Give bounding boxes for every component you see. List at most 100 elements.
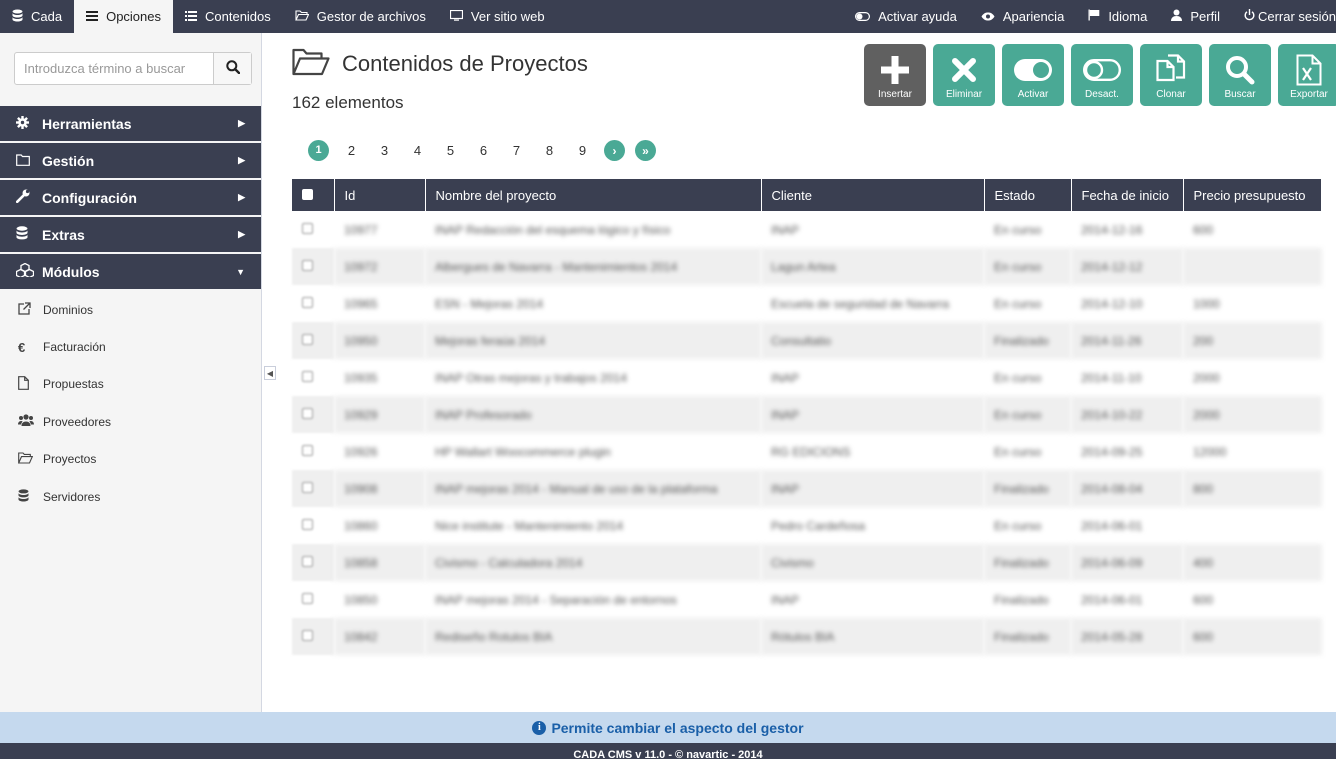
nav-cada[interactable]: Cada bbox=[0, 0, 74, 33]
page-link[interactable]: 4 bbox=[401, 143, 434, 158]
sidebar-subitem-dominios[interactable]: Dominios bbox=[0, 291, 261, 328]
search-input[interactable] bbox=[15, 53, 213, 84]
column-header-client[interactable]: Cliente bbox=[761, 179, 985, 211]
cell-date: 2014-06-01 bbox=[1081, 592, 1143, 607]
row-checkbox[interactable] bbox=[302, 222, 313, 234]
page-link[interactable]: 3 bbox=[368, 143, 401, 158]
page-link[interactable]: 8 bbox=[533, 143, 566, 158]
deactivate-button[interactable]: Desact. bbox=[1071, 44, 1133, 106]
page-link-current[interactable]: 1 bbox=[302, 140, 335, 161]
search-action-button[interactable]: Buscar bbox=[1209, 44, 1271, 106]
page-link[interactable]: 2 bbox=[335, 143, 368, 158]
table-row[interactable]: 10977 INAP Redacción del esquema lógico y… bbox=[292, 211, 1322, 248]
row-checkbox[interactable] bbox=[302, 370, 313, 382]
sidebar-item-herramientas[interactable]: Herramientas ▶ bbox=[0, 106, 261, 142]
nav-idioma[interactable]: Idioma bbox=[1076, 0, 1159, 33]
footer: CADA CMS v 11.0 - © navartic - 2014 bbox=[0, 743, 1336, 759]
chevron-right-icon: ▶ bbox=[238, 192, 245, 202]
page-link[interactable]: 9 bbox=[566, 143, 599, 158]
cell-price: 400 bbox=[1183, 544, 1322, 581]
cell-client: INAP bbox=[761, 396, 984, 433]
sidebar-item-modulos[interactable]: Módulos ▼ bbox=[0, 254, 261, 290]
sidebar-subitem-proveedores[interactable]: Proveedores bbox=[0, 403, 261, 440]
sidebar-item-label: Herramientas bbox=[42, 115, 132, 132]
table-row[interactable]: 10965 ESN - Mejoras 2014 Escuela de seguri… bbox=[292, 285, 1322, 322]
sidebar-subitem-proyectos[interactable]: Proyectos bbox=[0, 441, 261, 478]
cell-name: Rediseño Rotulos BIA bbox=[425, 618, 761, 655]
column-header-status[interactable]: Estado bbox=[984, 179, 1072, 211]
nav-opciones[interactable]: Opciones bbox=[74, 0, 173, 33]
table-row[interactable]: 10858 Civismo - Calculadora 2014 Civismo Fi… bbox=[292, 544, 1322, 581]
table-row[interactable]: 10842 Rediseño Rotulos BIA Rótulos BIA Fina… bbox=[292, 618, 1322, 655]
row-checkbox[interactable] bbox=[302, 481, 313, 493]
column-header-budget[interactable]: Precio presupuesto bbox=[1183, 179, 1322, 211]
sidebar-subitem-facturacion[interactable]: € Facturación bbox=[0, 328, 261, 365]
cell-date: 2014-11-26 bbox=[1071, 322, 1183, 359]
nav-cada-label: Cada bbox=[31, 9, 63, 24]
sidebar-subitem-propuestas[interactable]: Propuestas bbox=[0, 366, 261, 403]
nav-gestor-archivos[interactable]: Gestor de archivos bbox=[283, 0, 438, 33]
delete-button[interactable]: Eliminar bbox=[933, 44, 995, 106]
nav-opciones-label: Opciones bbox=[106, 9, 161, 24]
search-icon bbox=[1225, 53, 1255, 87]
deactivate-label: Desact. bbox=[1085, 89, 1119, 100]
sidebar-collapse-toggle[interactable]: ◀ bbox=[264, 366, 276, 380]
table-row[interactable]: 10860 Nice institute - Mantenimiento 2014… bbox=[292, 507, 1322, 544]
next-page-icon[interactable]: › bbox=[604, 140, 625, 161]
nav-ver-sitio-label: Ver sitio web bbox=[470, 9, 545, 24]
sidebar-subitem-label: Facturación bbox=[43, 340, 106, 355]
row-checkbox[interactable] bbox=[302, 592, 313, 604]
table-row[interactable]: 10929 INAP Profesorado INAP En curso 2014-10… bbox=[292, 396, 1322, 433]
cell-client: Civismo bbox=[761, 544, 984, 581]
search-icon bbox=[225, 60, 240, 77]
sidebar-item-configuracion[interactable]: Configuración ▶ bbox=[0, 180, 261, 216]
row-select-cell bbox=[292, 322, 334, 359]
sidebar-item-label: Configuración bbox=[42, 189, 137, 206]
page-link[interactable]: 6 bbox=[467, 143, 500, 158]
x-icon bbox=[952, 53, 976, 87]
page-link[interactable]: 7 bbox=[500, 143, 533, 158]
nav-cerrar-sesion[interactable]: Cerrar sesión bbox=[1232, 0, 1336, 33]
nav-perfil[interactable]: Perfil bbox=[1159, 0, 1232, 33]
wrench-icon bbox=[15, 189, 42, 206]
column-header-id[interactable]: Id bbox=[334, 179, 426, 211]
search-button[interactable] bbox=[213, 53, 251, 84]
row-checkbox[interactable] bbox=[302, 296, 313, 308]
table-body: 10977 INAP Redacción del esquema lógico y… bbox=[292, 211, 1322, 655]
table-row[interactable]: 10935 INAP Otras mejoras y trabajos 2014 I… bbox=[292, 359, 1322, 396]
column-header-name[interactable]: Nombre del proyecto bbox=[425, 179, 762, 211]
row-checkbox[interactable] bbox=[302, 333, 313, 345]
sidebar-subitem-label: Proveedores bbox=[43, 414, 112, 429]
row-select-cell bbox=[292, 433, 334, 470]
activate-button[interactable]: Activar bbox=[1002, 44, 1064, 106]
cell-client: INAP bbox=[771, 222, 800, 237]
export-button[interactable]: Exportar bbox=[1278, 44, 1336, 106]
nav-ver-sitio[interactable]: Ver sitio web bbox=[438, 0, 557, 33]
insert-button[interactable]: Insertar bbox=[864, 44, 926, 106]
table-row[interactable]: 10908 INAP mejoras 2014 - Manual de uso d… bbox=[292, 470, 1322, 507]
table-row[interactable]: 10850 INAP mejoras 2014 - Separación de e… bbox=[292, 581, 1322, 618]
column-header-start-date[interactable]: Fecha de inicio bbox=[1071, 179, 1184, 211]
cell-name: INAP Otras mejoras y trabajos 2014 bbox=[435, 370, 627, 385]
row-checkbox[interactable] bbox=[302, 259, 313, 271]
sidebar-item-gestion[interactable]: Gestión ▶ bbox=[0, 143, 261, 179]
nav-activar-ayuda[interactable]: Activar ayuda bbox=[843, 0, 969, 33]
row-checkbox[interactable] bbox=[302, 555, 313, 567]
table-row[interactable]: 10972 Albergues de Navarra - Mantenimient… bbox=[292, 248, 1322, 285]
last-page-icon[interactable]: » bbox=[635, 140, 656, 161]
row-checkbox[interactable] bbox=[302, 407, 313, 419]
nav-contenidos[interactable]: Contenidos bbox=[173, 0, 283, 33]
nav-apariencia[interactable]: Apariencia bbox=[969, 0, 1076, 33]
row-checkbox[interactable] bbox=[302, 629, 313, 641]
clone-button[interactable]: Clonar bbox=[1140, 44, 1202, 106]
row-checkbox[interactable] bbox=[302, 444, 313, 456]
sidebar-item-extras[interactable]: Extras ▶ bbox=[0, 217, 261, 253]
select-all-checkbox[interactable] bbox=[302, 188, 313, 200]
toggle-on-icon bbox=[1014, 53, 1052, 87]
table-row[interactable]: 10950 Mejoras feraúa 2014 Consultatio Final… bbox=[292, 322, 1322, 359]
page-link[interactable]: 5 bbox=[434, 143, 467, 158]
row-checkbox[interactable] bbox=[302, 518, 313, 530]
sidebar-subitem-servidores[interactable]: Servidores bbox=[0, 478, 261, 515]
cell-date: 2014-11-10 bbox=[1081, 370, 1142, 385]
table-row[interactable]: 10926 HP Wallart Woocommerce plugin RG EDI… bbox=[292, 433, 1322, 470]
